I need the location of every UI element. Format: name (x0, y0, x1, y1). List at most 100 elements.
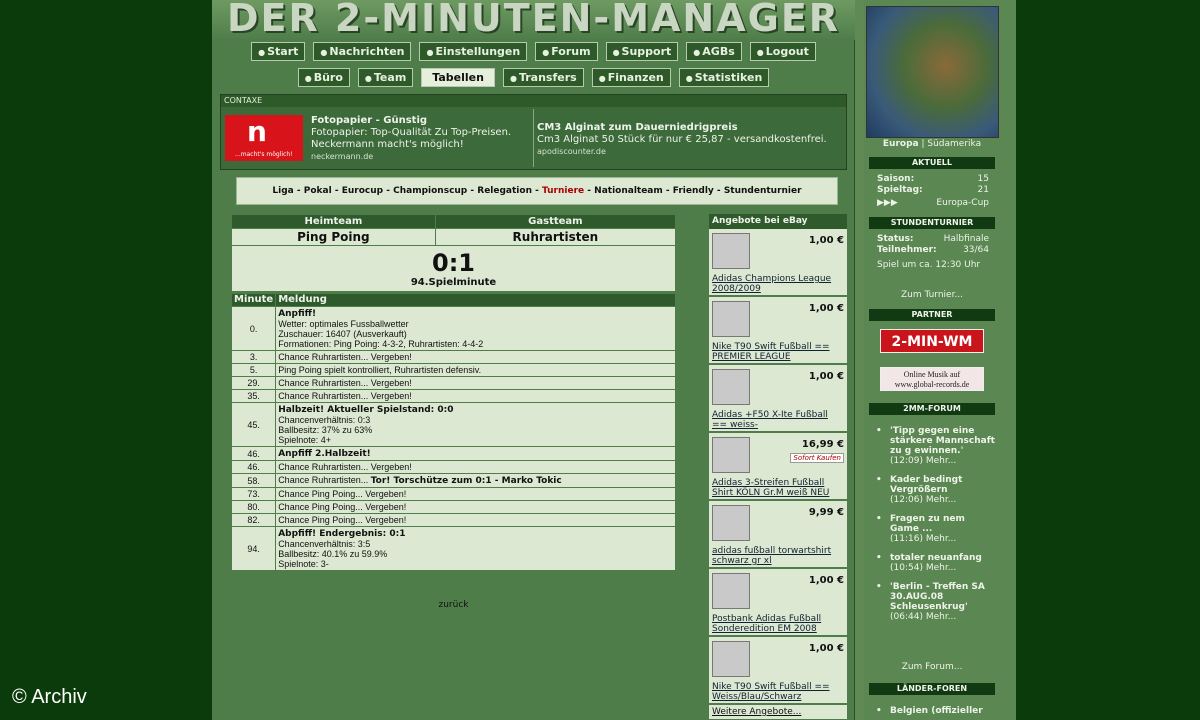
ad2-text[interactable]: CM3 Alginat zum Dauerniedrigpreis Cm3 Al… (537, 122, 842, 158)
log-row: 73. Chance Ping Poing... Vergeben! (230, 487, 676, 501)
tab-turniere[interactable]: Turniere (542, 186, 584, 196)
log-row: 35. Chance Ruhrartisten... Vergeben! (230, 389, 676, 403)
red-ball-icon[interactable] (712, 301, 750, 337)
bullet-icon: ● (612, 48, 620, 57)
forum-item[interactable]: • Kader bedingt Vergrößern (12:06) Mehr... (874, 475, 996, 505)
item-price: 1,00 € (808, 235, 844, 246)
item-title-link[interactable]: Nike T90 Swift Fußball == PREMIER LEAGUE (712, 342, 842, 362)
map-region-suedamerika[interactable]: Südamerika (927, 139, 981, 149)
log-text: Chance Ruhrartisten... (278, 475, 371, 485)
ebay-item[interactable]: 1,00 € Postbank Adidas Fußball Sonderedit… (709, 569, 847, 637)
tab-stundenturnier[interactable]: Stundenturnier (724, 186, 802, 196)
item-title-link[interactable]: adidas fußball torwartshirt schwarz gr x… (712, 546, 842, 566)
neckermann-logo[interactable]: n ...macht's möglich! (225, 115, 303, 161)
silver-ball-icon[interactable] (712, 369, 750, 405)
ebay-item[interactable]: 1,00 € Adidas +F50 X-Ite Fußball == weiss… (709, 365, 847, 433)
ebay-item[interactable]: 16,99 € Adidas 3-Streifen Fußball Shirt K… (709, 433, 847, 501)
subnav-tabellen[interactable]: Tabellen (421, 68, 495, 87)
ad-banner: CONTAXE n ...macht's möglich! Fotopapier… (220, 94, 847, 170)
forum-title: Kader bedingt Vergrößern (890, 475, 963, 495)
log-row: 80. Chance Ping Poing... Vergeben! (230, 500, 676, 514)
ebay-item[interactable]: 1,00 € Nike T90 Swift Fußball == PREMIER … (709, 297, 847, 365)
tab-eurocup[interactable]: Eurocup (342, 186, 383, 196)
item-title-link[interactable]: Adidas +F50 X-Ite Fußball == weiss- (712, 410, 842, 430)
bullet-icon: • (876, 553, 882, 563)
log-detail: Ballbesitz: 37% zu 63% (278, 425, 373, 435)
forum-title: totaler neuanfang (890, 553, 982, 563)
subnav-statistiken[interactable]: ● Statistiken (678, 68, 770, 87)
item-price: 1,00 € (808, 371, 844, 382)
laender-item[interactable]: • Belgien (offizieller (874, 706, 996, 716)
forum-item[interactable]: • 'Tipp gegen eine stärkere Mannschaft zu… (874, 426, 996, 466)
nav-logout[interactable]: ● Logout (749, 42, 816, 61)
tab-nationalteam[interactable]: Nationalteam (594, 186, 663, 196)
tournament-link[interactable]: Zum Turnier... (864, 290, 1000, 300)
item-price: 16,99 € (801, 439, 844, 450)
cup-link[interactable]: Europa-Cup (936, 198, 989, 209)
item-title-link[interactable]: Adidas 3-Streifen Fußball Shirt KÖLN Gr.… (712, 478, 842, 498)
subnav-transfers[interactable]: ● Transfers (502, 68, 584, 87)
nav-forum[interactable]: ● Forum (535, 42, 598, 61)
partner-2min-wm[interactable]: 2-MIN-WM (880, 329, 984, 353)
goalkeeper-shirt-icon[interactable] (712, 505, 750, 541)
forum-time: (10:54) Mehr... (890, 563, 957, 573)
log-message: Chance Ruhrartisten... Tor! Torschütze z… (275, 473, 676, 488)
tab-liga[interactable]: Liga (272, 186, 293, 196)
blue-ball-icon[interactable] (712, 641, 750, 677)
nav-label: Start (267, 45, 299, 58)
log-detail: Spielnote: 3- (278, 559, 329, 569)
subnav-team[interactable]: ● Team (357, 68, 414, 87)
subnav-label: Team (373, 71, 407, 84)
nav-support[interactable]: ● Support (605, 42, 679, 61)
partner-heading: PARTNER (869, 309, 995, 321)
log-text: Chance Ping Poing... Vergeben! (278, 502, 407, 512)
more-offers-link[interactable]: Weitere Angebote... (709, 705, 847, 719)
nav-einstellungen[interactable]: ● Einstellungen (419, 42, 528, 61)
europe-map[interactable] (866, 6, 999, 138)
yellow-ball-icon[interactable] (712, 573, 750, 609)
item-title-link[interactable]: Postbank Adidas Fußball Sonderedition EM… (712, 614, 842, 634)
item-title-link[interactable]: Adidas Champions League 2008/2009 (712, 274, 842, 294)
goal-text: Tor! Torschütze zum 0:1 - Marko Tokic (370, 476, 562, 486)
item-price: 1,00 € (808, 575, 844, 586)
partner-global-records[interactable]: Online Musik auf www.global-records.de (880, 367, 984, 391)
log-minute: 94. (230, 526, 277, 571)
aktuell-box: Saison: 15 Spieltag: 21 ▶▶▶ Europa-Cup (877, 174, 989, 209)
nav-start[interactable]: ● Start (251, 42, 306, 61)
white-ball-icon[interactable] (712, 233, 750, 269)
log-message: Chance Ping Poing... Vergeben! (275, 487, 676, 501)
log-message: Halbzeit! Aktueller Spielstand: 0:0 Chanc… (275, 402, 676, 447)
nav-agbs[interactable]: ● AGBs (686, 42, 742, 61)
ad1-text[interactable]: Fotopapier - Günstig Fotopapier: Top-Qua… (311, 115, 526, 163)
home-team[interactable]: Ping Poing (231, 228, 436, 246)
log-minute: 35. (230, 389, 277, 403)
map-region-europa[interactable]: Europa (883, 139, 919, 149)
ebay-item[interactable]: 1,00 € Nike T90 Swift Fußball == Weiss/Bl… (709, 637, 847, 705)
log-row: 82. Chance Ping Poing... Vergeben! (230, 513, 676, 527)
ebay-item[interactable]: 9,99 € adidas fußball torwartshirt schwar… (709, 501, 847, 569)
forum-title: Fragen zu nem Game ... (890, 514, 965, 534)
forum-item[interactable]: • Fragen zu nem Game ... (11:16) Mehr... (874, 514, 996, 544)
tab-championscup[interactable]: Championscup (393, 186, 467, 196)
tab-pokal[interactable]: Pokal (304, 186, 332, 196)
forum-item[interactable]: • totaler neuanfang (10:54) Mehr... (874, 553, 996, 573)
message-header: Meldung (275, 293, 676, 307)
back-link[interactable]: zurück (231, 600, 676, 610)
match-log: Minute Meldung 0. Anpfiff! Wetter: optimal… (230, 293, 676, 571)
nav-nachrichten[interactable]: ● Nachrichten (313, 42, 412, 61)
tab-relegation[interactable]: Relegation (477, 186, 532, 196)
forum-link[interactable]: Zum Forum... (864, 662, 1000, 672)
subnav-finanzen[interactable]: ● Finanzen (591, 68, 671, 87)
log-message: Chance Ruhrartisten... Vergeben! (275, 376, 676, 390)
site-logo: DER 2-MINUTEN-MANAGER (212, 0, 855, 40)
log-text: Chance Ruhrartisten... Vergeben! (278, 352, 412, 362)
away-team[interactable]: Ruhrartisten (434, 228, 677, 246)
forum-heading: 2MM-FORUM (869, 403, 995, 415)
item-title-link[interactable]: Nike T90 Swift Fußball == Weiss/Blau/Sch… (712, 682, 842, 702)
tab-friendly[interactable]: Friendly (673, 186, 714, 196)
forum-item[interactable]: • 'Berlin - Treffen SA 30.AUG.08 Schleuse… (874, 582, 996, 622)
item-price: 1,00 € (808, 303, 844, 314)
shirt-icon[interactable] (712, 437, 750, 473)
subnav-büro[interactable]: ● Büro (297, 68, 350, 87)
ebay-item[interactable]: 1,00 € Adidas Champions League 2008/2009 (709, 229, 847, 297)
